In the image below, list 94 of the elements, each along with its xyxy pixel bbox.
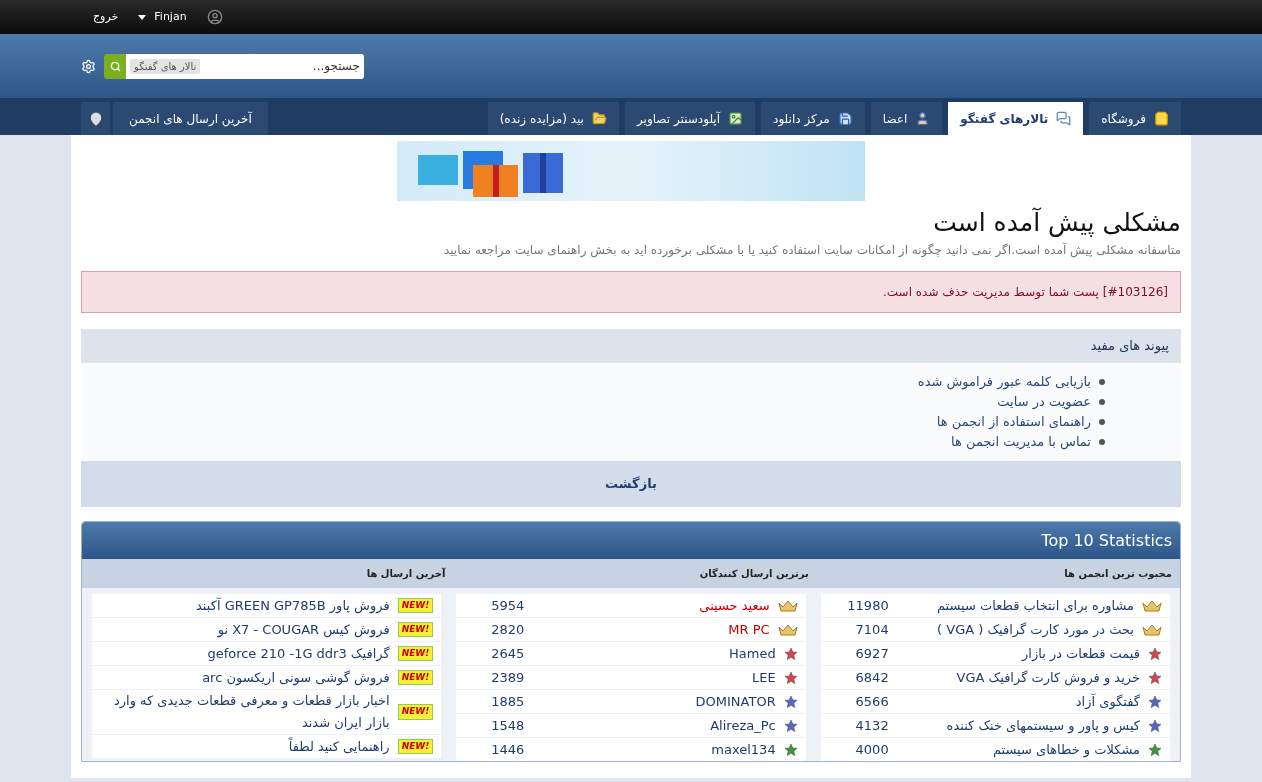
new-badge: NEW! [397, 645, 434, 662]
star-icon [1148, 718, 1162, 733]
post-count: 2389 [490, 668, 525, 687]
star-icon [1148, 646, 1162, 661]
post-count: 1446 [490, 740, 525, 759]
back-button[interactable]: بازگشت [81, 461, 1181, 507]
statistics-header: Top 10 Statistics [82, 522, 1180, 559]
crown-icon [1142, 598, 1162, 613]
thread-link[interactable]: فروش پاور GREEN GP785B آکبند [100, 594, 390, 617]
new-badge: NEW! [397, 621, 434, 638]
nav-tab[interactable]: مرکز دانلود [761, 102, 865, 135]
location-button[interactable] [81, 102, 110, 135]
crown-icon [1142, 622, 1162, 637]
forum-link[interactable]: کیس و پاور و سیستمهای خنک کننده [896, 715, 1140, 736]
post-count: 11980 [846, 596, 889, 615]
nav-tab[interactable]: اعضا [870, 102, 943, 135]
crown-icon [777, 622, 798, 637]
new-badge: NEW! [397, 704, 434, 720]
post-count: 5954 [490, 596, 525, 615]
banner-image[interactable] [397, 141, 865, 201]
useful-link[interactable]: راهنمای استفاده از انجمن ها [936, 412, 1091, 432]
user-link[interactable]: سعید حسینی [532, 595, 770, 616]
post-count: 2645 [490, 644, 525, 663]
new-badge: NEW! [397, 597, 434, 614]
page-title: مشکلی پیش آمده است [932, 206, 1181, 239]
map-pin-icon [88, 111, 103, 126]
error-message: [#103126] پست شما توسط مدیریت حذف شده است. [81, 271, 1181, 313]
star-icon [1148, 670, 1162, 685]
folder-icon [591, 111, 607, 126]
new-badge: NEW! [397, 669, 434, 686]
post-count: 6842 [854, 668, 889, 687]
forum-link[interactable]: گفتگوی آزاد [896, 691, 1140, 712]
person-icon [915, 111, 931, 126]
user-menu[interactable]: Finjan [138, 8, 187, 26]
star-icon [783, 694, 798, 709]
star-icon [783, 670, 798, 685]
user-link[interactable]: MR PC [532, 619, 770, 640]
thread-link[interactable]: فروش کیس X7 - COUGAR نو [100, 618, 390, 641]
thread-link[interactable]: اخبار بازار قطعات و معرفی قطعات جدیدی که وارد بازار ایران شدند [100, 690, 390, 734]
user-link[interactable]: maxel134 [532, 739, 776, 760]
user-link[interactable]: Hamed [532, 643, 776, 664]
nav-tab[interactable]: بید (مزایده زنده) [487, 102, 619, 135]
column-heading: برترین ارسال کنندگان [698, 567, 810, 581]
search-icon [109, 60, 121, 72]
post-count: 2820 [490, 620, 525, 639]
post-count: 1885 [490, 692, 525, 711]
post-count: 7104 [854, 620, 889, 639]
search-scope-tag[interactable]: تالار های گفتگو [130, 58, 201, 74]
search-button[interactable] [104, 53, 126, 79]
forum-link[interactable]: قیمت قطعات در بازار [896, 643, 1140, 664]
star-icon [783, 742, 798, 757]
star-icon [783, 646, 798, 661]
useful-link[interactable]: بازیابی کلمه عبور فراموش شده [917, 372, 1091, 392]
crown-icon [777, 598, 798, 613]
post-count: 6927 [854, 644, 889, 663]
logout-link[interactable]: خروج [93, 8, 119, 26]
star-icon [1148, 694, 1162, 709]
forum-link[interactable]: خرید و فروش کارت گرافیک VGA [896, 667, 1140, 688]
bullet-icon [1099, 379, 1105, 385]
settings-icon[interactable] [81, 58, 96, 74]
forum-link[interactable]: بحث در مورد کارت گرافیک ( VGA ) [896, 619, 1134, 640]
forum-link[interactable]: مشکلات و خطاهای سیستم [896, 739, 1140, 760]
post-count: 1548 [490, 716, 525, 735]
search-field[interactable]: جستجو... تالار های گفتگو [126, 53, 364, 79]
bullet-icon [1099, 419, 1105, 425]
section-header: پیوند های مفید [81, 329, 1181, 363]
column-heading: آخرین ارسال ها [365, 566, 447, 581]
user-link[interactable]: Alireza_Pc [532, 715, 776, 736]
column-heading: محبوب ترین انجمن ها [1063, 567, 1173, 581]
page-description: متاسفانه مشکلی پیش آمده است.اگر نمی دانید چگونه از امکانات سایت استفاده کنید یا با مشکلی برخورده اید به بخش راهنمای سایت مراجعه نمایید [442, 241, 1181, 259]
user-link[interactable]: LEE [532, 667, 776, 688]
useful-link[interactable]: عضویت در سایت [997, 392, 1091, 412]
thread-link[interactable]: گرافیک geforce 210 -1G ddr3 [100, 642, 390, 665]
thread-link[interactable]: فروش گوشی سونی اریکسون arc [100, 666, 390, 689]
post-count: 6566 [854, 692, 889, 711]
user-icon[interactable] [206, 9, 223, 25]
nav-tab[interactable]: تالارهای گفتگو [948, 102, 1084, 135]
useful-link[interactable]: تماس با مدیریت انجمن ها [951, 432, 1091, 452]
post-count: 4000 [854, 740, 889, 759]
chat-bubbles-icon [1056, 111, 1072, 126]
bullet-icon [1099, 439, 1105, 445]
thread-link[interactable]: راهنمایی کنید لطفاً [100, 735, 390, 758]
bullet-icon [1099, 399, 1105, 405]
caret-icon [138, 14, 147, 20]
user-link[interactable]: DOMINATOR [532, 691, 776, 712]
nav-tab[interactable]: آپلودسنتر تصاویر [624, 102, 756, 135]
star-icon [783, 718, 798, 733]
post-count: 4132 [854, 716, 889, 735]
forum-link[interactable]: مشاوره برای انتخاب قطعات سیستم [896, 595, 1134, 616]
latest-posts-tab[interactable]: آخرین ارسال های انجمن [113, 102, 268, 135]
star-icon [1148, 742, 1162, 757]
new-badge: NEW! [397, 738, 434, 755]
picture-icon [728, 111, 744, 126]
nav-tab[interactable]: فروشگاه [1089, 102, 1181, 135]
